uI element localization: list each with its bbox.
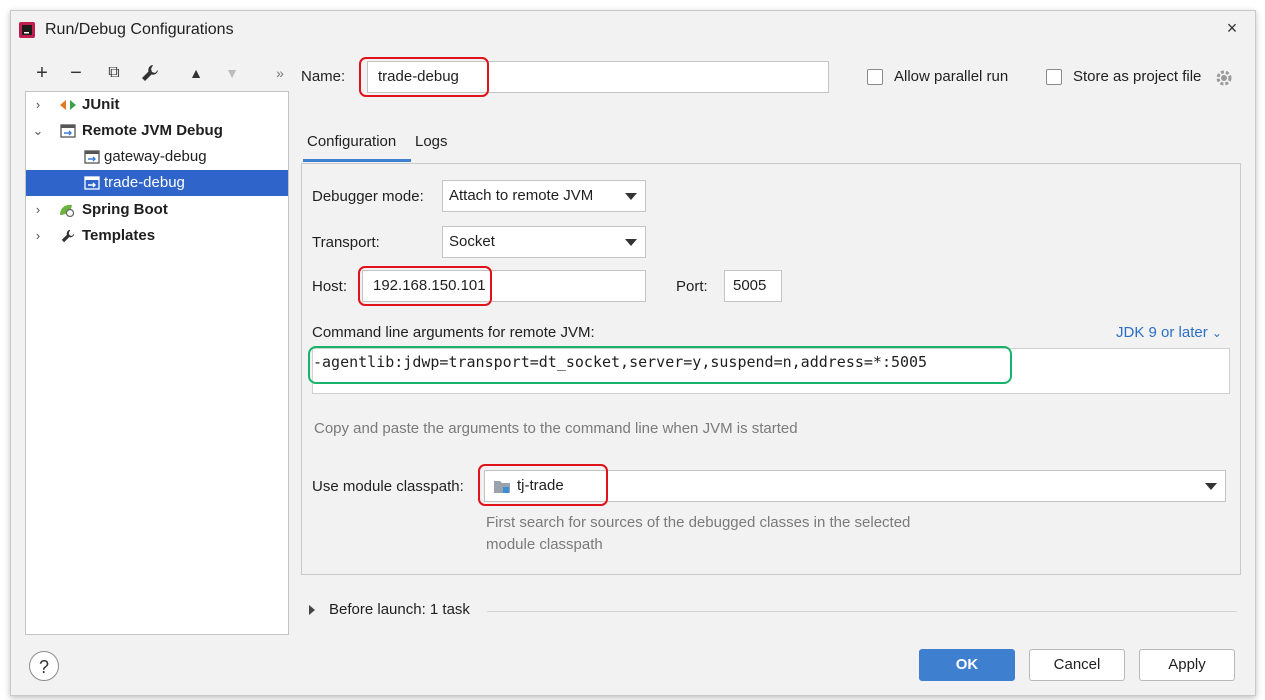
highlight-module [478,464,608,506]
debugger-mode-label: Debugger mode: [312,188,424,205]
module-hint-line1: First search for sources of the debugged… [486,514,911,531]
chevron-right-icon[interactable]: › [32,197,44,223]
remote-debug-icon [84,176,100,190]
remote-debug-icon [60,124,76,138]
tab-configuration[interactable]: Configuration [303,131,411,162]
store-project-checkbox[interactable] [1046,69,1062,85]
tree-item-remote-jvm-debug[interactable]: ⌄ Remote JVM Debug [26,118,288,144]
ok-button[interactable]: OK [919,649,1015,681]
run-debug-dialog: Run/Debug Configurations × + − ⧉ ▲ ▼ » ›… [10,10,1256,696]
chevron-down-icon: ⌄ [1211,326,1222,340]
add-icon[interactable]: + [31,61,53,85]
tree-item-label: gateway-debug [104,148,207,165]
junit-icon [60,100,76,110]
chevron-down-icon[interactable]: ⌄ [32,118,44,144]
tab-logs[interactable]: Logs [415,131,448,153]
tree-item-label: Remote JVM Debug [82,122,223,139]
gear-icon[interactable] [1215,69,1233,87]
expand-arrow-icon [309,605,315,615]
tree-item-spring-boot[interactable]: › Spring Boot [26,197,288,223]
debugger-mode-select[interactable]: Attach to remote JVM [442,180,646,212]
store-project-label: Store as project file [1073,68,1202,85]
configuration-panel: Debugger mode: Attach to remote JVM Tran… [301,163,1241,575]
config-tree: › JUnit ⌄ Remote JVM Debug gateway-debug… [25,91,289,635]
tree-item-label: JUnit [82,96,120,113]
name-label: Name: [301,68,346,85]
config-toolbar: + − ⧉ ▲ ▼ » [25,61,293,87]
jdk-version-link[interactable]: JDK 9 or later ⌄ [1116,324,1222,341]
highlight-host [358,266,492,306]
window-title: Run/Debug Configurations [45,21,234,38]
tree-item-label: Templates [82,227,156,244]
help-button[interactable]: ? [29,651,59,681]
dropdown-arrow-icon [625,239,637,246]
chevron-right-icon[interactable]: › [32,223,44,249]
tree-item-label: trade-debug [104,174,185,191]
intellij-app-icon [19,22,35,38]
remote-debug-icon [84,150,100,164]
before-launch-label: Before launch: 1 task [329,601,470,618]
tree-item-junit[interactable]: › JUnit [26,92,288,118]
move-up-icon[interactable]: ▲ [185,61,207,85]
apply-button[interactable]: Apply [1139,649,1235,681]
title-bar: Run/Debug Configurations × [11,11,1255,47]
divider [487,611,1237,612]
port-label: Port: [676,278,708,295]
wrench-icon [61,229,75,243]
move-down-icon[interactable]: ▼ [221,61,243,85]
module-classpath-label: Use module classpath: [312,478,464,495]
host-label: Host: [312,278,348,295]
close-icon[interactable]: × [1221,17,1243,39]
jdk-version-label: JDK 9 or later [1116,324,1208,341]
active-tab-indicator [303,159,411,162]
cancel-button[interactable]: Cancel [1029,649,1125,681]
tree-item-trade-debug[interactable]: trade-debug [26,170,288,196]
more-icon[interactable]: » [269,61,291,85]
chevron-right-icon[interactable]: › [32,92,44,118]
highlight-cmd [308,346,1012,384]
tree-item-templates[interactable]: › Templates [26,223,288,249]
port-input[interactable]: 5005 [724,270,782,302]
copy-icon[interactable]: ⧉ [103,61,125,85]
tree-item-gateway-debug[interactable]: gateway-debug [26,144,288,170]
allow-parallel-checkbox[interactable] [867,69,883,85]
module-hint-line2: module classpath [486,536,603,553]
transport-label: Transport: [312,234,380,251]
debugger-mode-value: Attach to remote JVM [449,187,594,204]
remove-icon[interactable]: − [65,61,87,85]
transport-select[interactable]: Socket [442,226,646,258]
highlight-name [359,57,489,97]
cmd-args-label: Command line arguments for remote JVM: [312,324,595,341]
cmd-args-hint: Copy and paste the arguments to the comm… [314,420,798,437]
tree-item-label: Spring Boot [82,201,168,218]
allow-parallel-label: Allow parallel run [894,68,1009,85]
dropdown-arrow-icon [1205,483,1217,490]
wrench-icon[interactable] [141,64,159,82]
transport-value: Socket [449,233,495,250]
dropdown-arrow-icon [625,193,637,200]
spring-boot-icon [60,204,74,217]
before-launch-section[interactable]: Before launch: 1 task [307,601,1237,621]
tab-label: Configuration [307,133,397,150]
